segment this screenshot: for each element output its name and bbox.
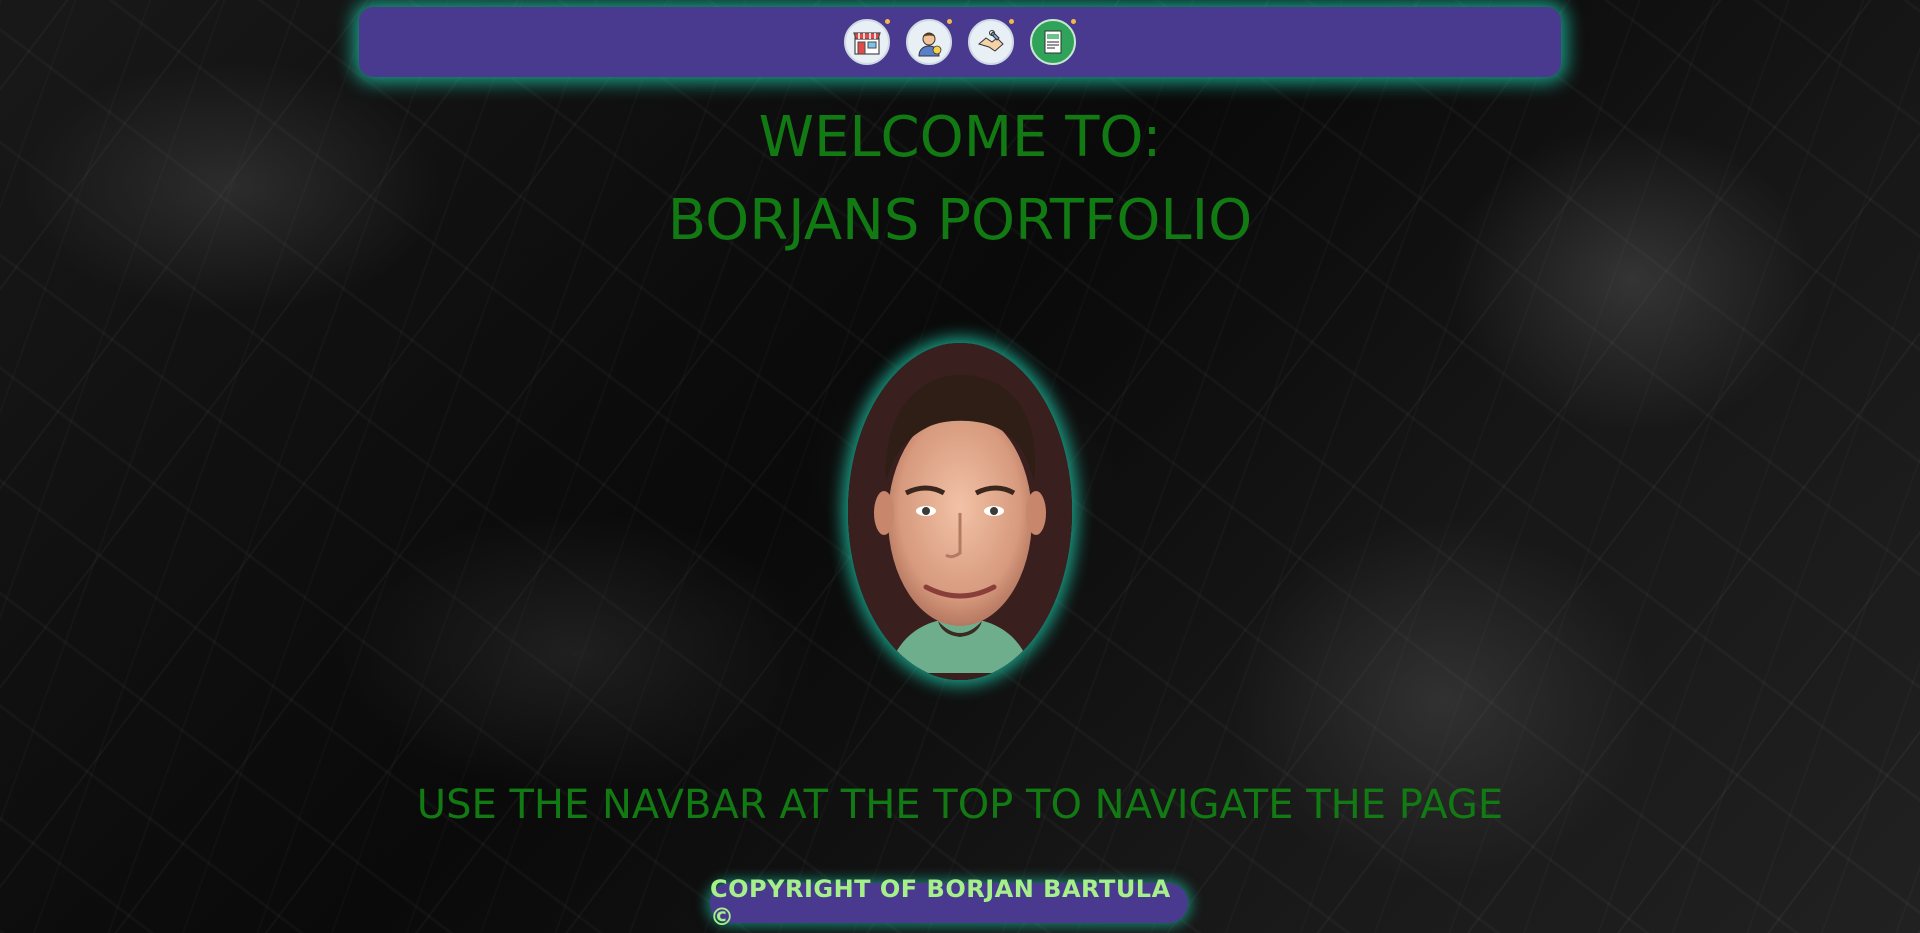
- profile-photo: [848, 343, 1072, 680]
- navigation-hint: USE THE NAVBAR AT THE TOP TO NAVIGATE TH…: [416, 782, 1504, 828]
- nav-store-button[interactable]: [844, 19, 890, 65]
- nav-services-button[interactable]: [968, 19, 1014, 65]
- person-idea-icon: [918, 32, 942, 57]
- page-title: WELCOME TO: BORJANS PORTFOLIO: [0, 96, 1920, 262]
- newspaper-icon: [1044, 30, 1062, 54]
- copyright-footer: COPYRIGHT OF BORJAN BARTULA ©: [710, 875, 1188, 931]
- store-icon: [853, 32, 881, 55]
- title-line-2: BORJANS PORTFOLIO: [667, 188, 1253, 253]
- nav-about-button[interactable]: [906, 19, 952, 65]
- handshake-wrench-icon: [977, 30, 1004, 52]
- profile-photo-image: [848, 343, 1072, 680]
- navbar: [359, 7, 1561, 77]
- nav-blog-button[interactable]: [1030, 19, 1076, 65]
- title-line-1: WELCOME TO:: [758, 105, 1162, 170]
